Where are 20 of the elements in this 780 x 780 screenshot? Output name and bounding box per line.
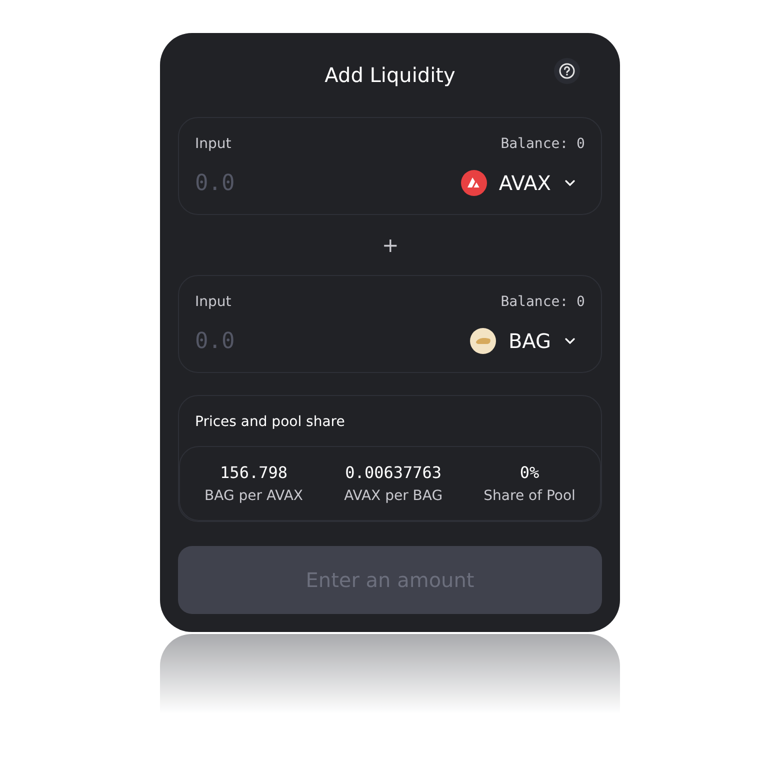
amount-field[interactable]: 0.0 [195, 328, 345, 354]
price-label: BAG per AVAX [204, 488, 304, 504]
price-value: 0.00637763 [345, 463, 442, 482]
price-value: 0% [520, 463, 540, 482]
token-logo-icon [460, 170, 487, 196]
token-selector[interactable]: BAG [470, 328, 585, 354]
token-logo-icon [470, 328, 496, 354]
card-title: Add Liquidity [324, 63, 456, 87]
input-label: Input [195, 294, 232, 310]
balance-label: Balance: 0 [500, 294, 585, 310]
price-value: 156.798 [220, 463, 288, 482]
price-label: AVAX per BAG [344, 488, 443, 504]
prices-title: Prices and pool share [194, 414, 346, 432]
balance-label: Balance: 0 [500, 136, 585, 152]
amount-field[interactable]: 0.0 [195, 170, 345, 196]
plus-sign: + [382, 233, 398, 257]
price-label: Share of Pool [484, 488, 576, 504]
input-label: Input [195, 136, 232, 152]
token-selector[interactable]: AVAX [460, 170, 585, 196]
help-icon[interactable] [554, 58, 580, 84]
